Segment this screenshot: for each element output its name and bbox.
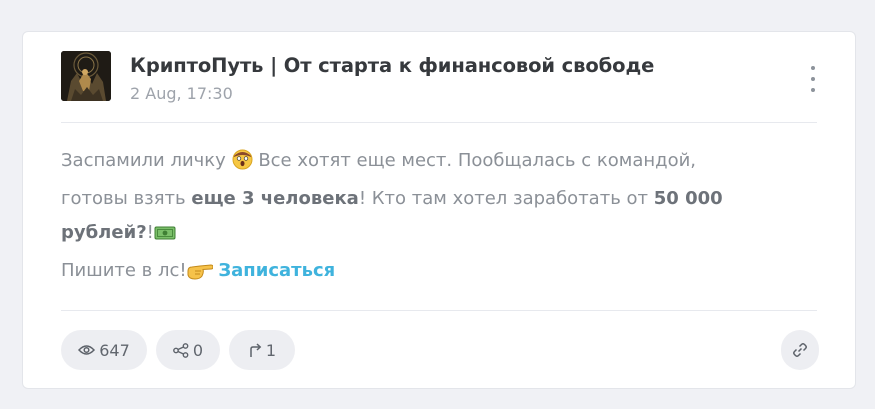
header-divider bbox=[61, 122, 817, 123]
body-line-3: рублей?! bbox=[61, 216, 801, 254]
post-date: 2 Aug, 17:30 bbox=[130, 84, 233, 103]
views-counter[interactable]: 647 bbox=[61, 330, 147, 370]
avatar-image bbox=[61, 51, 111, 101]
share-icon bbox=[173, 342, 189, 358]
kebab-menu-icon[interactable] bbox=[808, 66, 818, 92]
channel-avatar[interactable] bbox=[61, 51, 111, 101]
eye-icon bbox=[78, 344, 96, 356]
channel-title[interactable]: КриптоПуть | От старта к финансовой своб… bbox=[130, 54, 654, 77]
post-footer: 647 0 1 bbox=[61, 330, 821, 370]
signup-link[interactable]: Записаться bbox=[218, 260, 335, 281]
forward-arrow-icon bbox=[248, 342, 262, 358]
body-line-2: готовы взять еще 3 человека! Кто там хот… bbox=[61, 188, 723, 209]
money-banknote-emoji-icon bbox=[154, 220, 176, 254]
body-line-1: Заспамили личку Все хотят еще мест. Пооб… bbox=[61, 144, 801, 182]
body-line-4: Пишите в лс! Записаться bbox=[61, 254, 801, 292]
shocked-face-emoji-icon bbox=[232, 148, 253, 182]
channel-title-text: КриптоПуть | От старта к финансовой своб… bbox=[130, 54, 655, 77]
footer-divider bbox=[61, 310, 817, 311]
post-body: Заспамили личку Все хотят еще мест. Пооб… bbox=[61, 144, 801, 292]
views-count: 647 bbox=[99, 340, 130, 360]
shares-counter[interactable]: 0 bbox=[156, 330, 220, 370]
link-icon bbox=[792, 342, 808, 358]
copy-link-button[interactable] bbox=[781, 330, 819, 370]
forwards-count: 1 bbox=[265, 340, 277, 360]
pointing-hand-emoji-icon bbox=[187, 258, 214, 292]
post-header: КриптоПуть | От старта к финансовой своб… bbox=[61, 50, 855, 106]
forwards-counter[interactable]: 1 bbox=[229, 330, 295, 370]
post-card: КриптоПуть | От старта к финансовой своб… bbox=[22, 31, 856, 389]
shares-count: 0 bbox=[192, 340, 204, 360]
